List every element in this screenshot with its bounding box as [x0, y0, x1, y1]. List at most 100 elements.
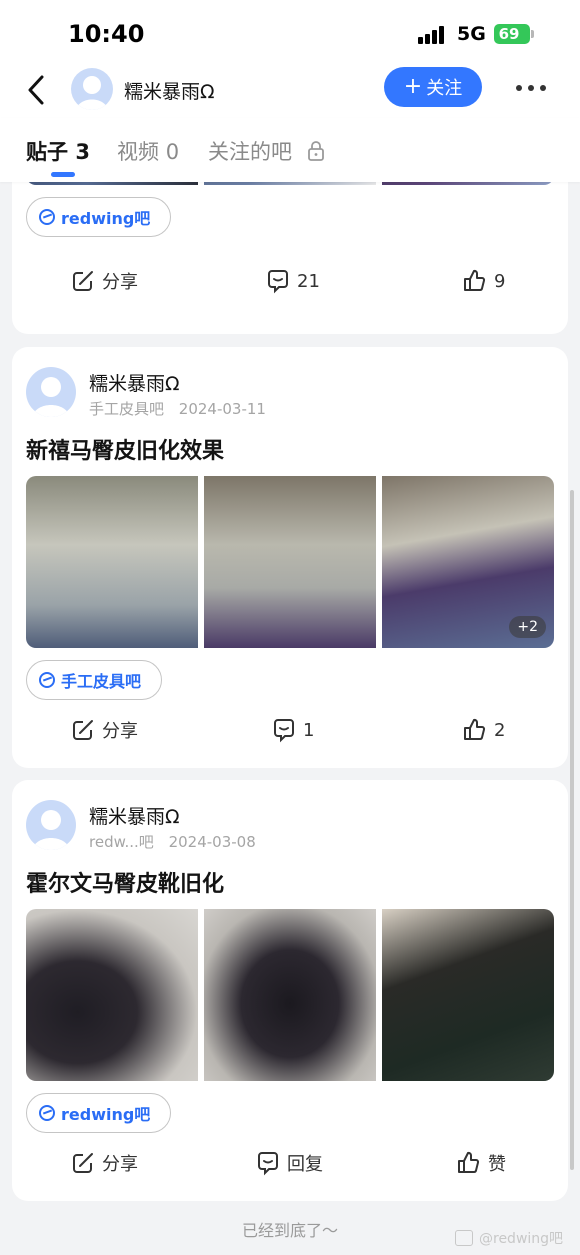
forum-icon — [39, 1105, 55, 1121]
like-count: 9 — [494, 270, 506, 292]
like-button[interactable]: 9 — [462, 266, 505, 296]
share-button[interactable]: 分享 — [70, 715, 138, 745]
post-meta: redw...吧 2024-03-08 — [89, 831, 256, 852]
post-meta: 手工皮具吧 2024-03-11 — [89, 398, 266, 419]
scrollbar[interactable] — [570, 490, 574, 1170]
post-image[interactable]: +2 — [382, 182, 554, 185]
comment-button[interactable]: 21 — [265, 266, 320, 296]
post-image[interactable] — [204, 909, 376, 1081]
tab-followed-forums-label: 关注的吧 — [208, 140, 292, 164]
post-date: 2024-03-08 — [168, 833, 256, 851]
tab-followed-forums[interactable]: 关注的吧 — [208, 136, 325, 166]
status-bar: 10:40 5G 69 — [0, 0, 580, 62]
forum-tag-label: redwing吧 — [61, 1105, 151, 1124]
comment-button[interactable]: 1 — [271, 715, 314, 745]
post-image[interactable] — [26, 476, 198, 648]
post-images: +2 — [26, 476, 554, 648]
watermark: @redwing吧 — [455, 1228, 563, 1248]
battery-level: 69 — [498, 25, 520, 43]
profile-header: 糯米暴雨Ω + 关注 — [0, 62, 580, 118]
post-forum[interactable]: redw...吧 — [89, 833, 154, 851]
share-button[interactable]: 分享 — [70, 1148, 138, 1178]
status-time: 10:40 — [68, 20, 145, 48]
author-avatar[interactable] — [26, 800, 76, 850]
comment-count: 1 — [303, 719, 315, 741]
thumbs-up-icon — [458, 1151, 480, 1173]
forum-tag[interactable]: redwing吧 — [26, 197, 172, 237]
post-title[interactable]: 霍尔文马臀皮靴旧化 — [26, 866, 224, 898]
post-actions: 分享 回复 赞 — [12, 1148, 568, 1178]
author-avatar[interactable] — [26, 367, 76, 417]
watermark-logo-icon — [455, 1230, 473, 1246]
post-images: +2 — [26, 182, 554, 185]
plus-icon: + — [403, 74, 423, 99]
post-card[interactable]: +2 redwing吧 分享 21 9 — [12, 182, 568, 334]
watermark-text: @redwing吧 — [479, 1231, 564, 1247]
follow-button[interactable]: + 关注 — [384, 67, 482, 107]
default-avatar-icon — [76, 76, 108, 110]
forum-tag[interactable]: redwing吧 — [26, 1093, 172, 1133]
forum-tag-label: redwing吧 — [61, 209, 151, 228]
share-icon — [73, 720, 93, 740]
back-arrow-icon[interactable] — [24, 74, 50, 106]
reply-label: 回复 — [287, 1154, 323, 1175]
tab-posts-label: 贴子 — [26, 140, 68, 164]
signal-icon — [418, 26, 448, 44]
comment-count: 21 — [297, 270, 320, 292]
post-image[interactable] — [382, 909, 554, 1081]
post-image[interactable]: +2 — [382, 476, 554, 648]
post-images — [26, 909, 554, 1081]
comment-icon — [268, 270, 288, 294]
battery-tip — [531, 30, 534, 38]
post-card[interactable]: 糯米暴雨Ω 手工皮具吧 2024-03-11 新禧马臀皮旧化效果 +2 手工皮具… — [12, 347, 568, 768]
default-avatar-icon — [32, 810, 70, 850]
post-date: 2024-03-11 — [178, 400, 266, 418]
lock-icon — [307, 141, 324, 161]
like-button[interactable]: 赞 — [456, 1148, 506, 1178]
forum-tag-label: 手工皮具吧 — [61, 672, 142, 691]
more-images-badge: +2 — [509, 616, 546, 638]
like-button[interactable]: 2 — [462, 715, 505, 745]
tab-videos-count: 0 — [165, 140, 180, 164]
post-image[interactable] — [204, 476, 376, 648]
avatar[interactable] — [71, 68, 113, 110]
post-forum[interactable]: 手工皮具吧 — [89, 400, 164, 418]
more-options-icon[interactable] — [514, 85, 548, 93]
like-count: 2 — [494, 719, 506, 741]
battery-icon: 69 — [494, 24, 530, 44]
share-label: 分享 — [102, 721, 138, 742]
post-author[interactable]: 糯米暴雨Ω — [89, 369, 180, 396]
share-label: 分享 — [102, 1154, 138, 1175]
share-icon — [73, 1153, 93, 1173]
share-button[interactable]: 分享 — [70, 266, 138, 296]
tab-posts[interactable]: 贴子 3 — [26, 136, 90, 166]
forum-tag[interactable]: 手工皮具吧 — [26, 660, 163, 700]
reply-button[interactable]: 回复 — [255, 1148, 323, 1178]
thumbs-up-icon — [464, 269, 486, 291]
post-feed[interactable]: +2 redwing吧 分享 21 9 — [0, 182, 580, 1255]
active-tab-indicator — [51, 172, 75, 177]
tab-videos[interactable]: 视频 0 — [117, 136, 179, 166]
default-avatar-icon — [32, 377, 70, 417]
like-label: 赞 — [488, 1154, 506, 1175]
post-image[interactable] — [26, 909, 198, 1081]
follow-label: 关注 — [426, 78, 463, 99]
post-author[interactable]: 糯米暴雨Ω — [89, 802, 180, 829]
forum-icon — [39, 209, 55, 225]
share-label: 分享 — [102, 272, 138, 293]
post-actions: 分享 21 9 — [12, 266, 568, 296]
tab-videos-label: 视频 — [117, 140, 159, 164]
comment-icon — [258, 1152, 278, 1176]
network-type: 5G — [457, 23, 486, 45]
post-actions: 分享 1 2 — [12, 715, 568, 745]
post-image[interactable] — [26, 182, 198, 185]
tab-posts-count: 3 — [75, 140, 90, 164]
post-card[interactable]: 糯米暴雨Ω redw...吧 2024-03-08 霍尔文马臀皮靴旧化 redw… — [12, 780, 568, 1201]
forum-icon — [39, 672, 55, 688]
thumbs-up-icon — [464, 718, 486, 740]
profile-tabs: 贴子 3 视频 0 关注的吧 — [0, 118, 580, 182]
post-title[interactable]: 新禧马臀皮旧化效果 — [26, 433, 224, 465]
post-header: 糯米暴雨Ω redw...吧 2024-03-08 — [26, 800, 546, 852]
comment-icon — [274, 719, 294, 743]
post-image[interactable] — [204, 182, 376, 185]
